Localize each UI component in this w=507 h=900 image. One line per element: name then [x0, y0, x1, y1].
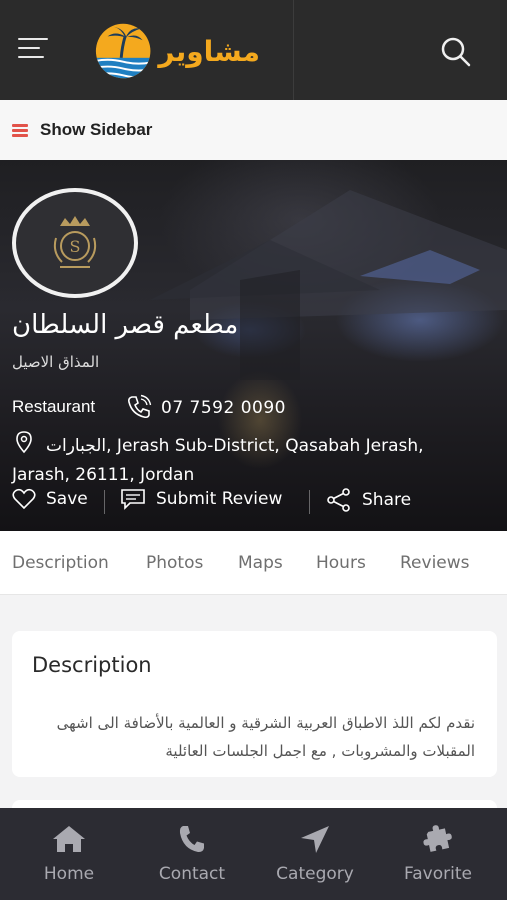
listing-actions: Save Submit Review Share — [0, 488, 507, 518]
nav-home[interactable]: Home — [6, 808, 132, 900]
nav-home-label: Home — [43, 864, 95, 884]
action-separator — [309, 490, 310, 514]
search-icon[interactable] — [438, 34, 474, 70]
listing-category[interactable]: Restaurant — [12, 397, 95, 417]
header-divider — [293, 0, 294, 100]
phone-icon — [128, 394, 152, 419]
share-icon — [327, 488, 350, 512]
nav-contact[interactable]: Contact — [129, 808, 255, 900]
nav-contact-label: Contact — [158, 864, 226, 884]
nav-category-label: Category — [276, 864, 354, 884]
home-icon — [53, 826, 85, 852]
listing-title: مطعم قصر السلطان — [12, 310, 239, 340]
navigation-arrow-icon — [301, 826, 329, 853]
app-logo[interactable]: مشاوير — [92, 20, 260, 82]
app-header: مشاوير — [0, 0, 507, 100]
phone-icon — [179, 826, 204, 853]
nav-favorite[interactable]: Favorite — [375, 808, 501, 900]
listing-subtitle: المذاق الاصيل — [12, 353, 100, 371]
tab-description[interactable]: Description — [12, 553, 109, 573]
puzzle-icon — [423, 825, 452, 852]
listing-hero: S مطعم قصر السلطان المذاق الاصيل Restaur… — [0, 160, 507, 531]
crown-emblem-icon: S — [53, 216, 97, 268]
bars-icon — [12, 123, 28, 137]
listing-phone[interactable]: 07 7592 0090 — [161, 398, 286, 418]
bottom-navigation: Home Contact Category Favorite — [0, 808, 507, 900]
tab-reviews[interactable]: Reviews — [400, 553, 470, 573]
show-sidebar-button[interactable]: Show Sidebar — [0, 100, 507, 160]
save-button[interactable]: Save — [12, 488, 88, 510]
tab-hours[interactable]: Hours — [316, 553, 366, 573]
nav-favorite-label: Favorite — [404, 864, 472, 884]
comment-icon — [121, 489, 145, 510]
heart-icon — [12, 488, 36, 510]
submit-review-label: Submit Review — [156, 489, 283, 509]
submit-review-button[interactable]: Submit Review — [120, 488, 282, 510]
description-card: Description نقدم لكم اللذ الاطباق العربي… — [12, 631, 497, 777]
share-button[interactable]: Share — [326, 488, 411, 512]
listing-address: الجبارات, Jerash Sub-District, Qasabah J… — [12, 436, 424, 485]
listing-tabs: Description Photos Maps Hours Reviews — [0, 531, 507, 595]
share-label: Share — [362, 490, 412, 510]
tab-maps[interactable]: Maps — [238, 553, 283, 573]
palm-beach-logo-icon — [95, 23, 151, 79]
svg-text:S: S — [70, 237, 81, 256]
hamburger-icon[interactable] — [18, 38, 52, 62]
tab-photos[interactable]: Photos — [146, 553, 203, 573]
action-separator — [104, 490, 105, 514]
logo-text: مشاوير — [158, 34, 260, 68]
tent-background-image — [150, 190, 507, 380]
save-label: Save — [46, 489, 88, 509]
description-text: نقدم لكم اللذ الاطباق العربية الشرقية و … — [56, 714, 475, 760]
show-sidebar-label: Show Sidebar — [40, 120, 153, 139]
description-title: Description — [32, 653, 152, 677]
restaurant-logo-avatar: S — [12, 188, 138, 298]
nav-category[interactable]: Category — [252, 808, 378, 900]
